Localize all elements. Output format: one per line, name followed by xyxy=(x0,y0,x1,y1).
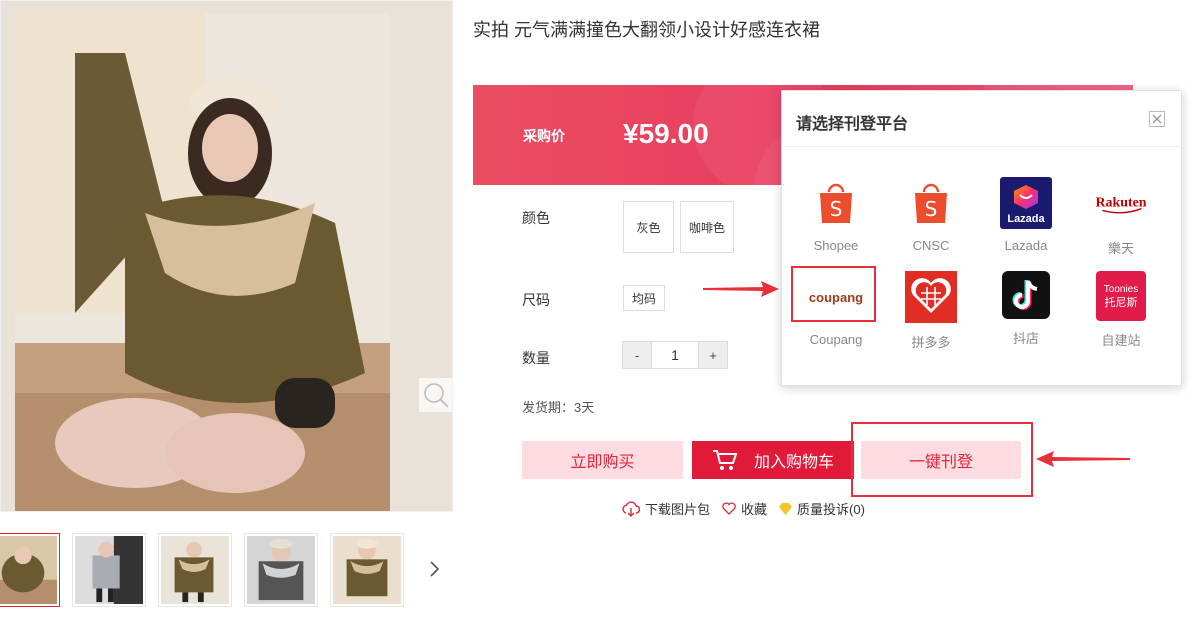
favorite-label: 收藏 xyxy=(741,502,768,517)
platform-self-built-site[interactable]: Toonies 托尼斯 自建站 xyxy=(1076,271,1166,349)
platform-lazada[interactable]: Lazada Lazada xyxy=(981,177,1071,253)
product-photo xyxy=(15,13,390,511)
quantity-label: 数量 xyxy=(522,350,550,366)
annotation-arrow-right-icon xyxy=(703,281,779,297)
buy-now-button[interactable]: 立即购买 xyxy=(522,441,683,479)
svg-text:S: S xyxy=(925,197,938,221)
svg-text:Rakuten: Rakuten xyxy=(1095,196,1146,211)
platform-rakuten[interactable]: Rakuten 樂天 xyxy=(1076,177,1166,257)
quantity-stepper: - 1 + xyxy=(622,341,728,369)
color-option-gray[interactable]: 灰色 xyxy=(623,201,674,253)
price-value: ¥59.00 xyxy=(623,118,709,149)
thumbnail-1[interactable] xyxy=(0,533,60,607)
quality-complaint-label: 质量投诉(0) xyxy=(797,502,865,517)
thumbnail-4[interactable] xyxy=(244,533,318,607)
thumbnail-3[interactable] xyxy=(158,533,232,607)
cart-icon xyxy=(712,450,738,470)
toonies-logo-icon: Toonies 托尼斯 xyxy=(1096,271,1146,321)
quantity-decrease-button[interactable]: - xyxy=(623,342,651,368)
size-option[interactable]: 均码 xyxy=(623,285,665,311)
platform-douyin[interactable]: 抖店 xyxy=(981,271,1071,347)
thumbnail-2[interactable] xyxy=(72,533,146,607)
add-to-cart-button[interactable]: 加入购物车 xyxy=(692,441,854,479)
modal-header: 请选择刊登平台 xyxy=(782,91,1181,147)
platform-shopee[interactable]: S Shopee xyxy=(791,177,881,253)
product-page: 实拍 元气满满撞色大翻领小设计好感连衣裙 采购价 ¥59.00 颜色 灰色 咖啡… xyxy=(0,0,1196,618)
platform-name: Coupang xyxy=(809,332,863,347)
extra-links: 下载图片包 收藏 质量投诉(0) xyxy=(622,499,865,518)
svg-text:Toonies: Toonies xyxy=(1104,284,1138,295)
rakuten-logo-icon: Rakuten xyxy=(1095,177,1147,229)
cloud-download-icon xyxy=(622,500,640,517)
shopee-bag-icon: S xyxy=(905,177,957,229)
thumbnail-next-button[interactable] xyxy=(424,556,444,582)
platform-name: Shopee xyxy=(813,238,859,253)
main-product-image xyxy=(0,0,453,512)
platform-name: Lazada xyxy=(1004,238,1048,253)
platform-name: CNSC xyxy=(912,238,950,253)
close-icon xyxy=(1152,114,1162,124)
annotation-highlight-coupang xyxy=(791,266,876,322)
shipping-time: 发货期：3天 xyxy=(522,400,595,415)
product-title: 实拍 元气满满撞色大翻领小设计好感连衣裙 xyxy=(473,20,820,40)
download-images-label: 下载图片包 xyxy=(645,502,711,517)
platform-pinduoduo[interactable]: 拼多多 xyxy=(886,271,976,351)
size-label: 尺码 xyxy=(522,292,550,308)
quantity-input[interactable]: 1 xyxy=(651,342,699,368)
platform-name: 抖店 xyxy=(1012,331,1039,346)
svg-text:Lazada: Lazada xyxy=(1007,213,1045,225)
platform-select-modal: 请选择刊登平台 S Shopee S CNSC Lazada Lazada Ra… xyxy=(781,90,1182,386)
svg-text:S: S xyxy=(830,197,843,221)
quality-complaint-link[interactable]: 质量投诉(0) xyxy=(779,499,865,518)
close-button[interactable] xyxy=(1149,111,1165,127)
annotation-highlight-publish xyxy=(851,422,1033,497)
platform-name: 樂天 xyxy=(1107,241,1134,256)
shopee-bag-icon: S xyxy=(810,177,862,229)
chevron-right-icon xyxy=(430,561,440,577)
color-label: 颜色 xyxy=(522,210,550,226)
platform-cnsc[interactable]: S CNSC xyxy=(886,177,976,253)
price-label: 采购价 xyxy=(523,128,565,144)
annotation-arrow-left-icon xyxy=(1036,451,1130,467)
download-images-link[interactable]: 下载图片包 xyxy=(622,499,710,518)
heart-icon xyxy=(722,502,736,515)
modal-title: 请选择刊登平台 xyxy=(796,116,909,133)
platform-name: 拼多多 xyxy=(911,335,951,350)
svg-text:托尼斯: 托尼斯 xyxy=(1105,295,1138,309)
quantity-increase-button[interactable]: + xyxy=(699,342,727,368)
thumbnail-5[interactable] xyxy=(330,533,404,607)
pinduoduo-logo-icon xyxy=(905,271,957,323)
favorite-link[interactable]: 收藏 xyxy=(722,499,767,518)
platform-name: 自建站 xyxy=(1101,333,1141,348)
douyin-logo-icon xyxy=(1002,271,1050,319)
color-option-coffee[interactable]: 咖啡色 xyxy=(680,201,734,253)
diamond-icon xyxy=(779,502,793,515)
zoom-icon[interactable] xyxy=(419,378,452,412)
add-to-cart-label: 加入购物车 xyxy=(753,454,834,471)
lazada-logo-icon: Lazada xyxy=(1000,177,1052,229)
